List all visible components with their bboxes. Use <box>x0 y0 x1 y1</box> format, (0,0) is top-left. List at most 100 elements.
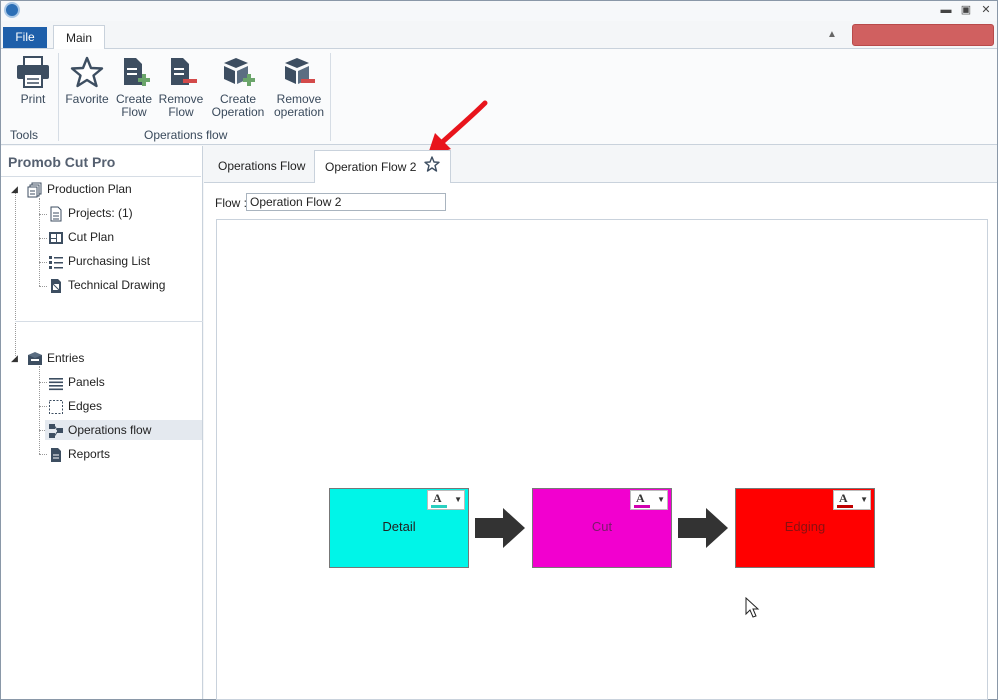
tree-connector <box>39 382 47 383</box>
title-bar: ▬ ▣ ✕ <box>1 1 997 21</box>
print-button[interactable]: Print <box>11 55 55 106</box>
panel-title-divider <box>1 176 201 177</box>
star-icon <box>70 56 104 88</box>
tree-connector <box>39 262 47 263</box>
tab-label: Operation Flow 2 <box>325 160 417 174</box>
text-color-picker[interactable]: A ▼ <box>630 490 668 510</box>
mouse-cursor-icon <box>745 597 760 618</box>
tree-item-production-plan[interactable]: Production Plan <box>27 179 132 199</box>
operation-label: Detail <box>382 519 416 535</box>
tree-item-label: Entries <box>47 351 85 365</box>
tree-item-entries[interactable]: Entries <box>27 348 84 368</box>
list-icon <box>48 254 64 270</box>
tree-connector <box>39 214 47 215</box>
technical-drawing-icon <box>48 278 64 294</box>
entries-box-icon <box>27 351 43 367</box>
tree-item-label: Reports <box>68 447 111 461</box>
color-swatch <box>837 505 853 508</box>
ribbon-group-divider <box>58 53 59 141</box>
favorite-button[interactable]: Favorite <box>65 55 109 106</box>
production-plan-icon <box>27 182 43 198</box>
create-operation-button[interactable]: Create Operation <box>209 55 267 119</box>
tree-item-label: Projects: (1) <box>68 206 133 220</box>
favorite-star-icon[interactable] <box>424 152 440 184</box>
maximize-icon[interactable]: ▣ <box>959 3 973 17</box>
remove-flow-label-line2: Flow <box>168 105 194 119</box>
flow-arrow-icon <box>678 508 728 548</box>
create-flow-button[interactable]: Create Flow <box>114 55 154 119</box>
ribbon-group-operations-flow-label: Operations flow <box>144 128 228 142</box>
minimize-icon[interactable]: ▬ <box>939 3 953 17</box>
file-menu-button[interactable]: File <box>3 27 47 48</box>
tree-item-label: Cut Plan <box>68 230 115 244</box>
tree-item-label: Operations flow <box>68 423 152 437</box>
tree-item-label: Panels <box>68 375 105 389</box>
font-color-icon: A <box>636 491 645 505</box>
tree-item-operations-flow[interactable]: Operations flow <box>45 420 202 440</box>
favorite-label: Favorite <box>65 92 109 106</box>
user-account-box[interactable] <box>852 24 994 46</box>
remove-operation-label-line2: operation <box>273 105 325 119</box>
dropdown-arrow-icon[interactable]: ▼ <box>454 495 462 505</box>
flow-canvas[interactable]: Detail A ▼ Cut A ▼ Edging A ▼ <box>216 219 988 700</box>
flow-editor: Flow : Operation Flow 2 Detail A ▼ Cut A… <box>204 182 997 700</box>
remove-operation-icon <box>285 58 315 84</box>
tree-connector <box>39 406 47 407</box>
dropdown-arrow-icon[interactable]: ▼ <box>860 495 868 505</box>
tree-item-label: Purchasing List <box>68 254 151 268</box>
tree-connector <box>15 192 16 356</box>
print-label: Print <box>20 92 46 106</box>
tree-connector <box>39 366 40 454</box>
tree-section-divider <box>15 321 203 322</box>
font-color-icon: A <box>433 491 442 505</box>
app-logo-icon <box>4 2 20 18</box>
operations-flow-icon <box>48 423 64 439</box>
remove-operation-button[interactable]: Remove operation <box>271 55 327 119</box>
navigation-panel: Promob Cut Pro ◢ Production Plan Project… <box>1 146 203 699</box>
report-icon <box>48 447 64 463</box>
font-color-icon: A <box>839 491 848 505</box>
edges-icon <box>48 399 64 415</box>
tree-item-projects[interactable]: Projects: (1) <box>48 203 133 223</box>
tree-connector <box>39 286 47 287</box>
color-swatch <box>634 505 650 508</box>
tab-operation-flow-2[interactable]: Operation Flow 2 <box>314 150 451 183</box>
text-color-picker[interactable]: A ▼ <box>427 490 465 510</box>
tree-item-edges[interactable]: Edges <box>48 396 102 416</box>
tree-item-cut-plan[interactable]: Cut Plan <box>48 227 114 247</box>
flow-name-field[interactable]: Operation Flow 2 <box>246 193 446 211</box>
tab-operations-flow[interactable]: Operations Flow <box>208 150 315 183</box>
document-icon <box>48 206 64 222</box>
operation-label: Edging <box>784 519 826 535</box>
ribbon: Print Tools Favorite Create Flow Remove … <box>1 49 997 145</box>
collapse-arrow-icon[interactable]: ◢ <box>11 184 18 195</box>
tab-label: Operations Flow <box>218 159 306 173</box>
operation-node-cut[interactable]: Cut A ▼ <box>532 488 672 568</box>
ribbon-group-tools-label: Tools <box>10 128 39 142</box>
app-window: ▬ ▣ ✕ File Main ▲ Print Tools Favorite C… <box>0 0 998 700</box>
tree-item-panels[interactable]: Panels <box>48 372 105 392</box>
create-operation-icon <box>224 58 255 86</box>
operation-node-edging[interactable]: Edging A ▼ <box>735 488 875 568</box>
remove-flow-icon <box>171 58 197 85</box>
close-icon[interactable]: ✕ <box>979 3 993 17</box>
dropdown-arrow-icon[interactable]: ▼ <box>657 495 665 505</box>
tree-item-reports[interactable]: Reports <box>48 444 110 464</box>
panels-icon <box>48 375 64 391</box>
tree-item-technical-drawing[interactable]: Technical Drawing <box>48 275 165 295</box>
remove-flow-button[interactable]: Remove Flow <box>158 55 204 119</box>
printer-icon <box>17 56 49 88</box>
tree-connector <box>39 454 47 455</box>
flow-name-label: Flow : <box>215 196 248 210</box>
create-flow-label-line2: Flow <box>121 105 147 119</box>
collapse-ribbon-icon[interactable]: ▲ <box>827 29 837 40</box>
color-swatch <box>431 505 447 508</box>
tree-item-purchasing-list[interactable]: Purchasing List <box>48 251 150 271</box>
collapse-arrow-icon[interactable]: ◢ <box>11 353 18 364</box>
panel-title: Promob Cut Pro <box>8 154 116 170</box>
tab-main[interactable]: Main <box>53 25 105 50</box>
operation-node-detail[interactable]: Detail A ▼ <box>329 488 469 568</box>
text-color-picker[interactable]: A ▼ <box>833 490 871 510</box>
create-operation-label-line2: Operation <box>211 105 265 119</box>
tree-connector <box>39 198 40 286</box>
